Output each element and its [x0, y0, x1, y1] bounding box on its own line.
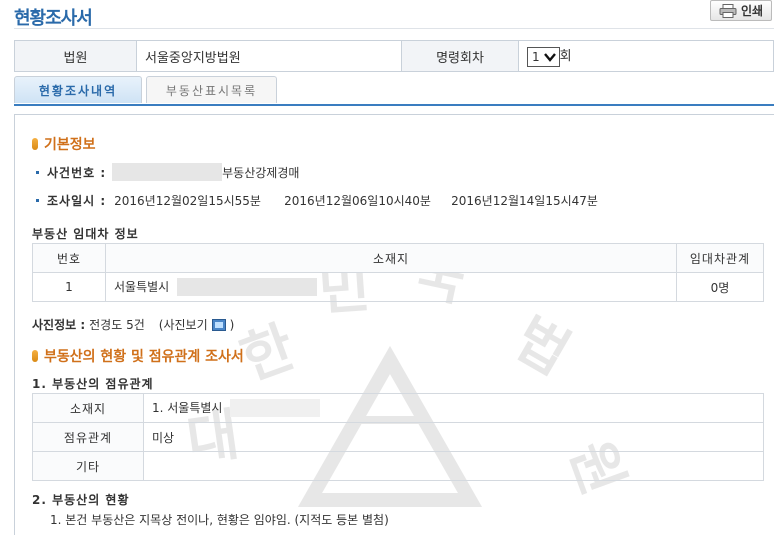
case-type: 부동산강제경매 — [222, 165, 300, 180]
lease-row-location-cell: 서울특별시 — [105, 272, 677, 302]
order-label: 명령회차 — [401, 40, 519, 72]
redacted-address — [230, 399, 321, 418]
header-divider — [14, 28, 774, 29]
case-number-row: 사건번호 : 부동산강제경매 — [36, 163, 299, 181]
print-button[interactable]: 인쇄 — [710, 0, 772, 21]
photo-view-icon[interactable] — [211, 318, 226, 331]
square-bullet-icon — [36, 170, 39, 174]
table-row: 소재지 1. 서울특별시 — [32, 393, 764, 423]
table-row: 기타 — [32, 451, 764, 481]
court-label: 법원 — [14, 40, 137, 72]
lease-row-location: 서울특별시 — [114, 279, 170, 294]
lease-header-location: 소재지 — [105, 243, 677, 273]
occupancy-relation-value: 미상 — [143, 422, 764, 452]
tab-property-list[interactable]: 부동산표시목록 — [146, 76, 277, 103]
square-bullet-icon — [36, 199, 39, 202]
section-bullet-icon — [32, 350, 38, 362]
lease-table: 번호 소재지 임대차관계 1 서울특별시 0명 — [32, 243, 764, 302]
photo-view-link[interactable]: (사진보기 — [159, 316, 208, 333]
tab-survey-details[interactable]: 현황조사내역 — [14, 76, 142, 103]
survey-title: 부동산의 현황 및 점유관계 조사서 — [44, 349, 244, 365]
status-title: 2. 부동산의 현황 — [32, 493, 130, 507]
chevron-down-icon — [543, 52, 556, 62]
occupancy-location-label: 소재지 — [32, 393, 144, 423]
redacted-address — [177, 278, 318, 297]
redacted-case-number — [112, 163, 223, 181]
order-select-value: 1 — [532, 49, 540, 64]
occupancy-other-label: 기타 — [32, 451, 144, 481]
lease-row-no: 1 — [32, 272, 106, 302]
lease-info-title: 부동산 임대차 정보 — [32, 227, 139, 241]
case-number-label: 사건번호 : — [47, 165, 107, 180]
occupancy-title: 1. 부동산의 점유관계 — [32, 377, 154, 391]
printer-icon — [719, 3, 737, 18]
lease-header-relation: 임대차관계 — [676, 243, 764, 273]
status-line: 1. 본건 부동산은 지목상 전이나, 현황은 임야임. (지적도 등본 별첨) — [50, 513, 389, 527]
section-bullet-icon — [32, 138, 38, 150]
basic-info-heading: 기본정보 — [32, 134, 96, 154]
order-suffix: 회 — [559, 49, 572, 65]
photo-info-value: 전경도 5건 — [89, 318, 145, 332]
occupancy-table: 소재지 1. 서울특별시 점유관계 미상 기타 — [32, 393, 764, 481]
court-value: 서울중앙지방법원 — [136, 40, 402, 72]
survey-date-2: 2016년12월06일10시40분 — [284, 194, 431, 208]
lease-header-no: 번호 — [32, 243, 106, 273]
occupancy-location-value: 1. 서울특별시 — [152, 400, 223, 415]
table-row: 1 서울특별시 0명 — [32, 272, 764, 302]
court-info-table: 법원 서울중앙지방법원 명령회차 1 회 — [14, 40, 774, 72]
occupancy-other-value — [143, 451, 764, 481]
survey-date-1: 2016년12월02일15시55분 — [114, 194, 261, 208]
survey-date-3: 2016년12월14일15시47분 — [451, 194, 598, 208]
occupancy-location-cell: 1. 서울특별시 — [143, 393, 764, 423]
survey-date-row: 조사일시 : 2016년12월02일15시55분 2016년12월06일10시4… — [36, 192, 598, 209]
occupancy-relation-label: 점유관계 — [32, 422, 144, 452]
survey-heading: 부동산의 현황 및 점유관계 조사서 — [32, 346, 244, 366]
order-cell: 1 회 — [518, 40, 774, 72]
basic-info-title: 기본정보 — [44, 137, 96, 153]
survey-date-label: 조사일시 : — [47, 194, 107, 208]
photo-info-row: 사진정보 : 전경도 5건 (사진보기 ) — [32, 316, 234, 333]
photo-view-close: ) — [229, 317, 235, 332]
tab-underline — [14, 104, 774, 106]
order-select[interactable]: 1 — [527, 46, 560, 67]
lease-row-relation: 0명 — [676, 272, 764, 302]
photo-info-label: 사진정보 : — [32, 318, 86, 332]
table-row: 점유관계 미상 — [32, 422, 764, 452]
page-title: 현황조사서 — [14, 8, 93, 29]
print-label: 인쇄 — [740, 4, 764, 18]
